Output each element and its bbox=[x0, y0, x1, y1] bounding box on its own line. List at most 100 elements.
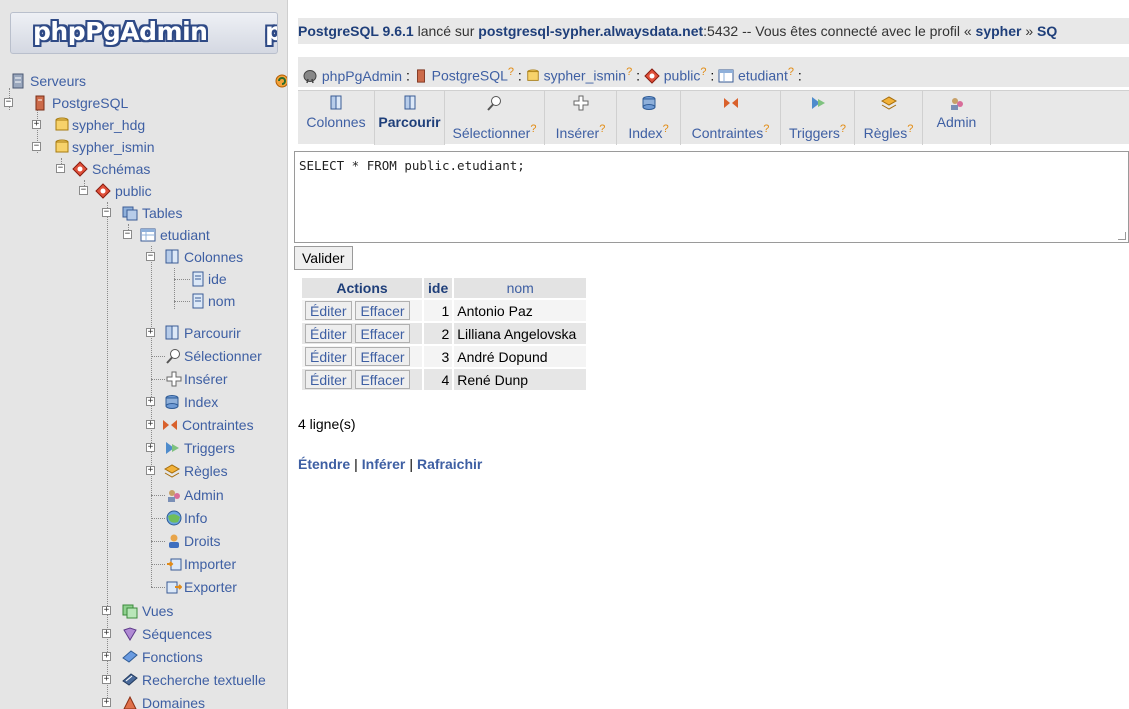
help-icon[interactable]: ? bbox=[763, 123, 769, 135]
collapse-icon[interactable]: − bbox=[123, 230, 132, 239]
collapse-icon[interactable]: − bbox=[146, 252, 155, 261]
expand-icon[interactable]: + bbox=[102, 675, 111, 684]
collapse-icon[interactable]: − bbox=[32, 142, 41, 151]
constraints-icon bbox=[163, 420, 177, 430]
sql-link[interactable]: SQ bbox=[1037, 23, 1057, 39]
tab-constraints[interactable]: Contraintes? bbox=[681, 91, 781, 145]
table-header-row: Actions ide nom bbox=[302, 278, 587, 298]
actions-header: Actions bbox=[302, 278, 422, 298]
browse-icon bbox=[165, 325, 179, 340]
expand-icon[interactable]: + bbox=[102, 629, 111, 638]
server-icon bbox=[416, 69, 425, 83]
edit-button[interactable]: Éditer bbox=[305, 347, 352, 366]
columns-icon bbox=[330, 95, 342, 110]
breadcrumb-table[interactable]: etudiant? bbox=[718, 57, 794, 87]
breadcrumb-database[interactable]: sypher_ismin? bbox=[526, 57, 632, 87]
breadcrumb-phppgadmin[interactable]: phpPgAdmin bbox=[302, 61, 402, 87]
edit-button[interactable]: Éditer bbox=[305, 301, 352, 320]
expand-icon[interactable]: + bbox=[146, 397, 155, 406]
table-icon bbox=[718, 69, 734, 83]
expand-icon[interactable]: + bbox=[32, 120, 41, 129]
browse-icon bbox=[404, 95, 415, 110]
connection-info-bar: PostgreSQL 9.6.1 lancé sur postgresql-sy… bbox=[298, 18, 1129, 44]
server-host: postgresql-sypher.alwaysdata.net bbox=[478, 23, 704, 39]
database-icon bbox=[527, 69, 539, 81]
help-icon[interactable]: ? bbox=[840, 123, 846, 135]
tab-insert[interactable]: Insérer? bbox=[545, 91, 617, 145]
table-row: Éditer Effacer 2 Lilliana Angelovska bbox=[302, 323, 587, 344]
magnifier-icon bbox=[486, 96, 501, 111]
breadcrumb-schema[interactable]: public? bbox=[644, 57, 706, 87]
delete-button[interactable]: Effacer bbox=[355, 347, 410, 366]
edit-button[interactable]: Éditer bbox=[305, 324, 352, 343]
elephant-icon bbox=[303, 69, 317, 83]
collapse-icon[interactable]: − bbox=[4, 98, 13, 107]
expand-icon[interactable]: + bbox=[146, 466, 155, 475]
columns-icon bbox=[165, 249, 179, 264]
phppgadmin-logo[interactable]: phpPgAdmin p bbox=[10, 12, 278, 54]
edit-button[interactable]: Éditer bbox=[305, 370, 352, 389]
collapse-icon[interactable]: − bbox=[102, 208, 111, 217]
tab-columns[interactable]: Colonnes bbox=[298, 91, 375, 145]
expand-icon[interactable]: + bbox=[146, 420, 155, 429]
expand-icon[interactable]: + bbox=[146, 328, 155, 337]
tab-index[interactable]: Index? bbox=[617, 91, 681, 145]
submit-button[interactable]: Valider bbox=[294, 246, 353, 270]
collapse-icon[interactable]: − bbox=[79, 186, 88, 195]
delete-button[interactable]: Effacer bbox=[355, 324, 410, 343]
expand-icon[interactable]: + bbox=[102, 652, 111, 661]
help-icon[interactable]: ? bbox=[907, 123, 913, 135]
expand-link[interactable]: Étendre bbox=[298, 456, 350, 472]
table-toolbar: Colonnes Parcourir Sélectionner? Insérer… bbox=[298, 90, 1129, 145]
text-search-icon bbox=[122, 673, 138, 686]
column-icon bbox=[192, 271, 204, 287]
resize-handle-icon[interactable] bbox=[1118, 232, 1126, 240]
database-icon bbox=[55, 139, 69, 153]
privileges-icon bbox=[169, 534, 179, 548]
schema-icon bbox=[644, 67, 660, 84]
table-row: Éditer Effacer 4 René Dunp bbox=[302, 369, 587, 390]
triggers-icon bbox=[166, 442, 179, 454]
database-icon bbox=[55, 117, 69, 131]
tab-select[interactable]: Sélectionner? bbox=[445, 91, 545, 145]
expand-icon[interactable]: + bbox=[146, 443, 155, 452]
help-icon[interactable]: ? bbox=[530, 123, 536, 135]
column-header-nom[interactable]: nom bbox=[454, 278, 587, 298]
tab-rules[interactable]: Règles? bbox=[855, 91, 923, 145]
help-icon[interactable]: ? bbox=[599, 123, 605, 135]
refresh-icon[interactable] bbox=[274, 73, 288, 89]
breadcrumb: phpPgAdmin : PostgreSQL? : sypher_ismin?… bbox=[298, 57, 1129, 87]
magnifier-icon bbox=[166, 349, 180, 364]
expand-icon[interactable]: + bbox=[102, 606, 111, 615]
insert-link[interactable]: Inférer bbox=[362, 456, 406, 472]
tab-admin[interactable]: Admin bbox=[923, 91, 991, 145]
expand-icon[interactable]: + bbox=[102, 698, 111, 707]
domains-icon bbox=[123, 695, 137, 709]
sequences-icon bbox=[123, 627, 137, 641]
tab-triggers[interactable]: Triggers? bbox=[781, 91, 855, 145]
admin-icon bbox=[950, 98, 963, 110]
functions-icon bbox=[122, 650, 138, 663]
delete-button[interactable]: Effacer bbox=[355, 301, 410, 320]
user-name: sypher bbox=[975, 23, 1022, 39]
column-header-ide[interactable]: ide bbox=[424, 278, 453, 298]
index-icon bbox=[165, 395, 179, 409]
help-icon[interactable]: ? bbox=[663, 123, 669, 135]
index-icon bbox=[642, 96, 655, 110]
rules-icon bbox=[880, 96, 897, 110]
cell-nom: Lilliana Angelovska bbox=[454, 323, 587, 344]
cell-ide: 4 bbox=[424, 369, 453, 390]
delete-button[interactable]: Effacer bbox=[355, 370, 410, 389]
breadcrumb-server[interactable]: PostgreSQL? bbox=[414, 57, 514, 87]
constraints-icon bbox=[723, 98, 738, 108]
refresh-link[interactable]: Rafraichir bbox=[417, 456, 482, 472]
column-icon bbox=[192, 293, 204, 309]
cell-ide: 1 bbox=[424, 300, 453, 321]
sql-query-textarea[interactable]: SELECT * FROM public.etudiant; bbox=[294, 151, 1129, 243]
tab-browse[interactable]: Parcourir bbox=[375, 91, 445, 145]
cell-ide: 2 bbox=[424, 323, 453, 344]
collapse-icon[interactable]: − bbox=[56, 164, 65, 173]
tables-icon bbox=[122, 206, 138, 221]
table-icon bbox=[140, 228, 156, 242]
triggers-icon bbox=[811, 97, 825, 109]
